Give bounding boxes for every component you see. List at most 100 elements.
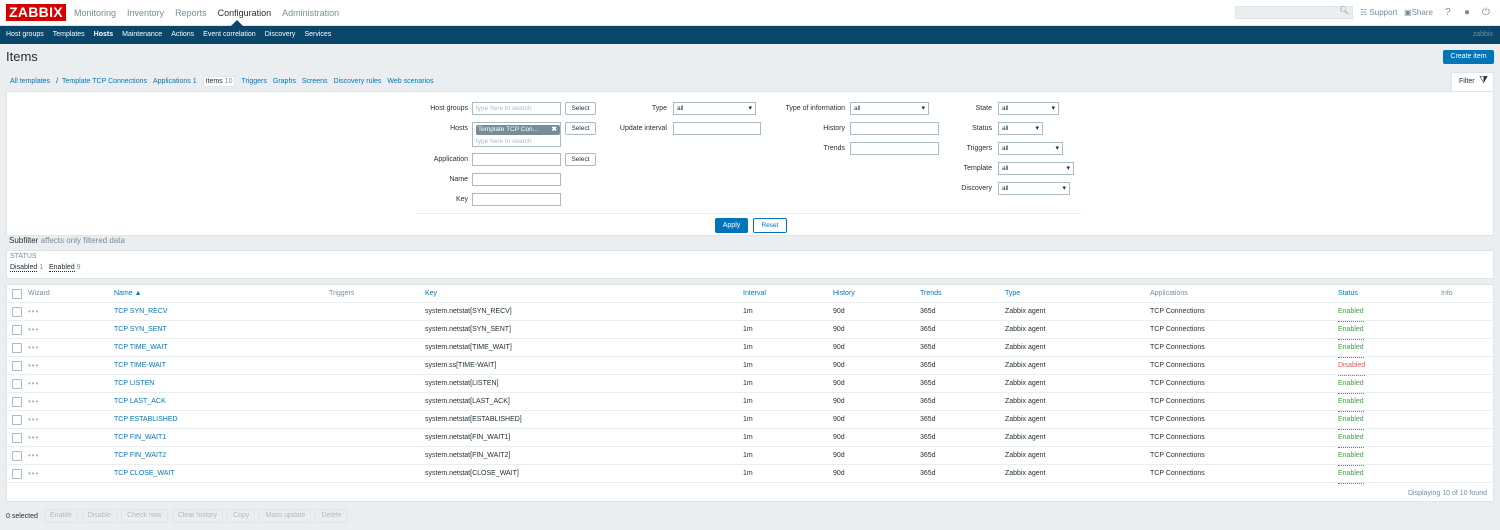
item-name-link[interactable]: TCP ESTABLISHED [114,411,178,429]
menu-inventory[interactable]: Inventory [127,0,164,26]
global-search-input[interactable] [1235,6,1353,19]
row-checkbox[interactable] [12,307,22,317]
status-select[interactable]: all [998,122,1043,135]
key-input[interactable] [472,193,561,206]
submenu-services[interactable]: Services [304,26,331,44]
item-status-toggle[interactable]: Enabled [1338,321,1364,340]
wizard-menu-icon[interactable]: ••• [28,303,39,321]
menu-configuration[interactable]: Configuration [218,0,272,26]
wizard-menu-icon[interactable]: ••• [28,429,39,447]
col-type[interactable]: Type [1005,285,1020,303]
tab-triggers[interactable]: Triggers [241,78,266,85]
triggers-select[interactable]: all [998,142,1063,155]
apply-button[interactable]: Apply [715,218,748,233]
menu-administration[interactable]: Administration [282,0,339,26]
row-checkbox[interactable] [12,451,22,461]
item-name-link[interactable]: TCP TIME_WAIT [114,339,168,357]
col-history[interactable]: History [833,285,855,303]
reset-button[interactable]: Reset [753,218,787,233]
mass-update-button[interactable]: Mass update [259,509,312,523]
hosts-search-placeholder[interactable]: type here to search [476,136,532,146]
col-interval[interactable]: Interval [743,285,766,303]
filter-tab[interactable]: Filter ⧩ [1451,72,1494,91]
item-status-toggle[interactable]: Enabled [1338,447,1364,466]
update-interval-input[interactable] [673,122,761,135]
row-checkbox[interactable] [12,397,22,407]
submenu-hosts[interactable]: Hosts [94,26,113,44]
item-name-link[interactable]: TCP LAST_ACK [114,393,166,411]
row-checkbox[interactable] [12,379,22,389]
tab-graphs[interactable]: Graphs [273,78,296,85]
host-groups-input[interactable]: type here to search [472,102,561,115]
submenu-host-groups[interactable]: Host groups [6,26,44,44]
wizard-menu-icon[interactable]: ••• [28,321,39,339]
submenu-templates[interactable]: Templates [53,26,85,44]
item-status-toggle[interactable]: Enabled [1338,393,1364,412]
item-name-link[interactable]: TCP SYN_SENT [114,321,167,339]
disable-button[interactable]: Disable [81,509,118,523]
breadcrumb-template[interactable]: Template TCP Connections [62,78,147,85]
row-checkbox[interactable] [12,433,22,443]
menu-monitoring[interactable]: Monitoring [74,0,116,26]
share-link[interactable]: ▣Share [1404,0,1433,26]
search-icon[interactable]: 🔍︎ [1339,6,1349,15]
submenu-event-correlation[interactable]: Event correlation [203,26,256,44]
breadcrumb-all-templates[interactable]: All templates [10,78,50,85]
col-status[interactable]: Status [1338,285,1358,303]
subfilter-enabled-link[interactable]: Enabled 9 [49,264,81,272]
hosts-multiselect[interactable]: Template TCP Con... ✖ type here to search [472,122,561,147]
user-profile-icon[interactable]: ● [1464,0,1470,26]
support-link[interactable]: ☵ Support [1360,0,1397,26]
item-status-toggle[interactable]: Disabled [1338,357,1366,376]
submenu-maintenance[interactable]: Maintenance [122,26,162,44]
delete-button[interactable]: Delete [315,509,348,523]
item-name-link[interactable]: TCP LISTEN [114,375,154,393]
sign-out-icon[interactable]: ⏻ [1482,0,1490,26]
template-select[interactable]: all [998,162,1074,175]
wizard-menu-icon[interactable]: ••• [28,447,39,465]
submenu-actions[interactable]: Actions [171,26,194,44]
wizard-menu-icon[interactable]: ••• [28,393,39,411]
discovery-select[interactable]: all [998,182,1070,195]
item-status-toggle[interactable]: Enabled [1338,429,1364,448]
item-name-link[interactable]: TCP TIME-WAIT [114,357,166,375]
row-checkbox[interactable] [12,361,22,371]
wizard-menu-icon[interactable]: ••• [28,339,39,357]
enable-button[interactable]: Enable [43,509,78,523]
create-item-button[interactable]: Create item [1443,50,1494,64]
item-status-toggle[interactable]: Enabled [1338,303,1364,322]
copy-button[interactable]: Copy [227,509,256,523]
tab-web-scenarios[interactable]: Web scenarios [387,78,433,85]
menu-reports[interactable]: Reports [175,0,207,26]
state-select[interactable]: all [998,102,1059,115]
col-key[interactable]: Key [425,285,437,303]
wizard-menu-icon[interactable]: ••• [28,375,39,393]
check-now-button[interactable]: Check now [121,509,168,523]
row-checkbox[interactable] [12,343,22,353]
wizard-menu-icon[interactable]: ••• [28,411,39,429]
item-name-link[interactable]: TCP SYN_RECV [114,303,168,321]
item-status-toggle[interactable]: Enabled [1338,465,1364,484]
clear-history-button[interactable]: Clear history [171,509,224,523]
item-name-link[interactable]: TCP CLOSE_WAIT [114,465,175,483]
chip-remove-icon[interactable]: ✖ [552,125,557,135]
subfilter-disabled-link[interactable]: Disabled 1 [10,264,43,272]
select-all-checkbox[interactable] [12,289,22,299]
item-name-link[interactable]: TCP FIN_WAIT1 [114,429,166,447]
tab-items[interactable]: Items 10 [202,76,236,87]
type-select[interactable]: all [673,102,756,115]
row-checkbox[interactable] [12,325,22,335]
wizard-menu-icon[interactable]: ••• [28,357,39,375]
help-icon[interactable]: ? [1445,0,1451,26]
name-input[interactable] [472,173,561,186]
submenu-discovery[interactable]: Discovery [265,26,296,44]
tab-screens[interactable]: Screens [302,78,328,85]
tab-applications[interactable]: Applications 1 [153,78,197,85]
zabbix-logo[interactable]: ZABBIX [6,4,66,21]
wizard-menu-icon[interactable]: ••• [28,465,39,483]
item-status-toggle[interactable]: Enabled [1338,339,1364,358]
row-checkbox[interactable] [12,415,22,425]
col-name[interactable]: Name ▲ [114,285,142,303]
application-input[interactable] [472,153,561,166]
col-trends[interactable]: Trends [920,285,942,303]
